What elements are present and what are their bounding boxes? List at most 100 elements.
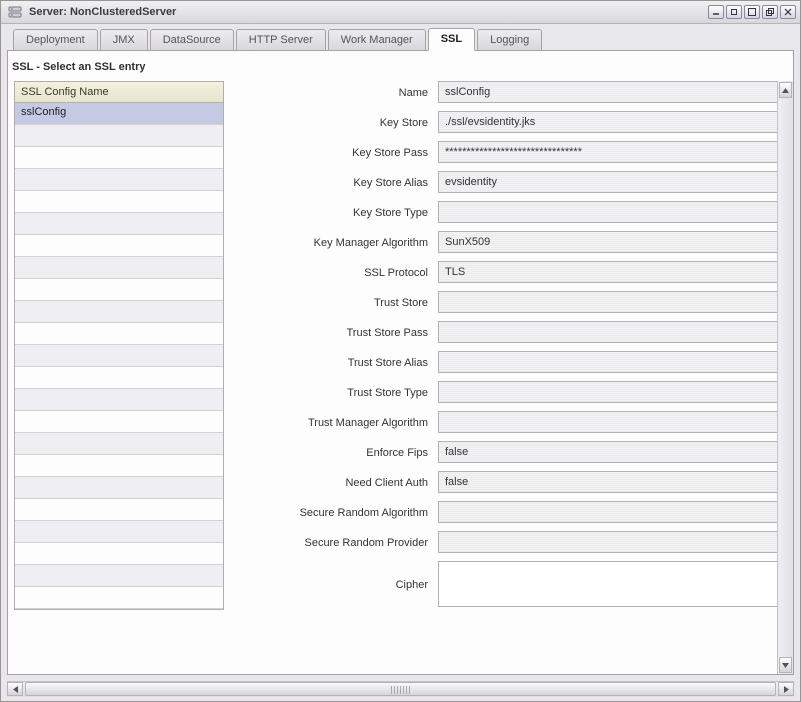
form-row: Enforce Fips: [248, 441, 779, 463]
field-secure-random-algorithm[interactable]: [438, 501, 779, 523]
form-row: Key Store Type: [248, 201, 779, 223]
tab-ssl[interactable]: SSL: [428, 28, 475, 51]
list-rows: sslConfig: [15, 103, 223, 609]
list-item[interactable]: [15, 301, 223, 323]
form-row: Key Manager Algorithm: [248, 231, 779, 253]
form-label: Trust Store Alias: [248, 355, 428, 369]
list-item[interactable]: [15, 235, 223, 257]
list-item[interactable]: [15, 477, 223, 499]
list-item[interactable]: [15, 191, 223, 213]
restore-button[interactable]: [726, 5, 742, 19]
tab-work-manager[interactable]: Work Manager: [328, 29, 426, 51]
list-item[interactable]: [15, 543, 223, 565]
list-item[interactable]: [15, 345, 223, 367]
tabbar: DeploymentJMXDataSourceHTTP ServerWork M…: [1, 24, 800, 50]
list-item[interactable]: [15, 411, 223, 433]
form-label: Key Store Type: [248, 205, 428, 219]
tab-http-server[interactable]: HTTP Server: [236, 29, 326, 51]
list-item[interactable]: [15, 433, 223, 455]
list-item[interactable]: [15, 323, 223, 345]
close-button[interactable]: [780, 5, 796, 19]
form-label: Trust Manager Algorithm: [248, 415, 428, 429]
form-row: Key Store Pass: [248, 141, 779, 163]
scroll-up-icon[interactable]: [779, 82, 792, 98]
field-key-store[interactable]: [438, 111, 779, 133]
scroll-right-icon[interactable]: [778, 682, 794, 696]
tab-logging[interactable]: Logging: [477, 29, 542, 51]
list-item[interactable]: [15, 213, 223, 235]
tab-deployment[interactable]: Deployment: [13, 29, 98, 51]
form-label: Trust Store Type: [248, 385, 428, 399]
field-trust-store-pass[interactable]: [438, 321, 779, 343]
list-item[interactable]: [15, 125, 223, 147]
field-enforce-fips[interactable]: [438, 441, 779, 463]
field-name[interactable]: [438, 81, 779, 103]
list-item[interactable]: [15, 521, 223, 543]
form-label: Cipher: [248, 577, 428, 591]
form-label: Secure Random Provider: [248, 535, 428, 549]
window: Server: NonClusteredServer: [0, 0, 801, 702]
form-panel: Name Key Store Key Store Pass Key Store Ali…: [248, 81, 787, 615]
field-trust-store-type[interactable]: [438, 381, 779, 403]
list-item[interactable]: [15, 279, 223, 301]
form-label: Name: [248, 85, 428, 99]
window-title: Server: NonClusteredServer: [29, 6, 176, 18]
scroll-track[interactable]: [779, 99, 792, 656]
titlebar: Server: NonClusteredServer: [1, 1, 800, 24]
form-row: Trust Store Alias: [248, 351, 779, 373]
field-key-store-alias[interactable]: [438, 171, 779, 193]
form-label: Enforce Fips: [248, 445, 428, 459]
form-label: Key Store Alias: [248, 175, 428, 189]
list-header: SSL Config Name: [15, 82, 223, 103]
list-item[interactable]: [15, 367, 223, 389]
form-label: Key Store: [248, 115, 428, 129]
form-row: Key Store Alias: [248, 171, 779, 193]
scroll-thumb[interactable]: [25, 682, 776, 696]
list-item[interactable]: [15, 455, 223, 477]
list-item[interactable]: [15, 147, 223, 169]
scroll-left-icon[interactable]: [7, 682, 23, 696]
maximize-button[interactable]: [744, 5, 760, 19]
field-key-store-pass[interactable]: [438, 141, 779, 163]
form-row: Need Client Auth: [248, 471, 779, 493]
form-row: SSL Protocol: [248, 261, 779, 283]
ssl-config-list: SSL Config Name sslConfig: [14, 81, 224, 610]
list-item[interactable]: sslConfig: [15, 103, 223, 125]
form-row: Key Store: [248, 111, 779, 133]
minimize-button[interactable]: [708, 5, 724, 19]
field-trust-manager-algorithm[interactable]: [438, 411, 779, 433]
scroll-area: SSL Config Name sslConfig Name Key Store K…: [8, 81, 793, 674]
form-label: Key Manager Algorithm: [248, 235, 428, 249]
horizontal-scrollbar[interactable]: [7, 681, 794, 697]
field-need-client-auth[interactable]: [438, 471, 779, 493]
tab-jmx[interactable]: JMX: [100, 29, 148, 51]
list-item[interactable]: [15, 257, 223, 279]
form-row: Trust Store Pass: [248, 321, 779, 343]
form-label: SSL Protocol: [248, 265, 428, 279]
list-item[interactable]: [15, 565, 223, 587]
field-trust-store-alias[interactable]: [438, 351, 779, 373]
form-row: Trust Manager Algorithm: [248, 411, 779, 433]
form-row: Trust Store Type: [248, 381, 779, 403]
tab-datasource[interactable]: DataSource: [150, 29, 234, 51]
list-item[interactable]: [15, 499, 223, 521]
section-title: SSL - Select an SSL entry: [8, 51, 793, 81]
scroll-down-icon[interactable]: [779, 657, 792, 673]
form-label: Key Store Pass: [248, 145, 428, 159]
detach-button[interactable]: [762, 5, 778, 19]
body-row: SSL Config Name sslConfig Name Key Store K…: [8, 81, 793, 621]
list-item[interactable]: [15, 389, 223, 411]
field-secure-random-provider[interactable]: [438, 531, 779, 553]
form-row: Secure Random Algorithm: [248, 501, 779, 523]
list-item[interactable]: [15, 169, 223, 191]
field-key-manager-algorithm[interactable]: [438, 231, 779, 253]
form-label: Need Client Auth: [248, 475, 428, 489]
field-trust-store[interactable]: [438, 291, 779, 313]
field-cipher[interactable]: [438, 561, 779, 607]
list-item[interactable]: [15, 587, 223, 609]
vertical-scrollbar[interactable]: [777, 81, 793, 674]
field-key-store-type[interactable]: [438, 201, 779, 223]
form-label: Secure Random Algorithm: [248, 505, 428, 519]
field-ssl-protocol[interactable]: [438, 261, 779, 283]
form-label: Trust Store Pass: [248, 325, 428, 339]
